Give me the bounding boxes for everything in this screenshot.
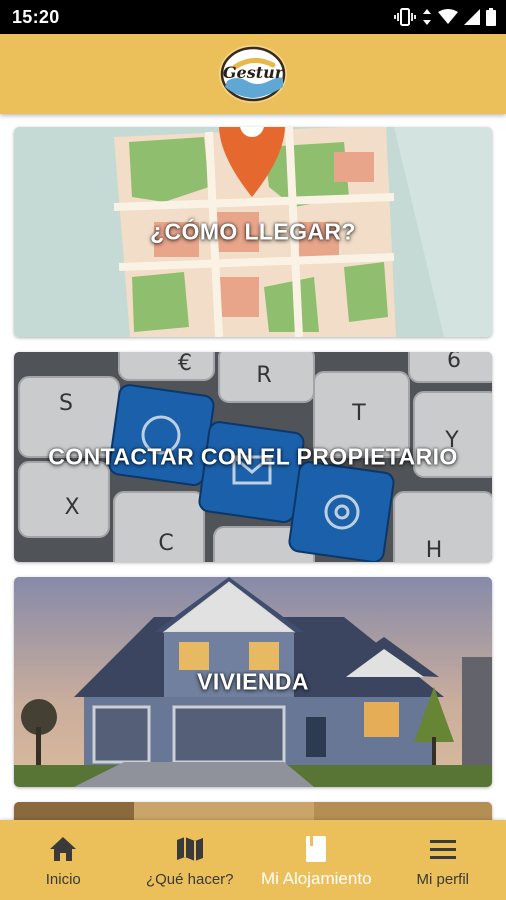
nav-item-inicio[interactable]: Inicio: [0, 820, 127, 900]
nav-item-mi-perfil[interactable]: Mi perfil: [380, 820, 506, 900]
more-card-partial[interactable]: [14, 802, 492, 820]
accommodation-menu: ¿CÓMO LLEGAR? € R T S Y: [0, 114, 506, 820]
housing-card[interactable]: VIVIENDA: [14, 577, 492, 787]
partial-card-image: [14, 802, 492, 820]
card-label: CONTACTAR CON EL PROPIETARIO: [48, 443, 458, 470]
cell-signal-icon: [464, 9, 480, 25]
menu-icon: [429, 840, 456, 859]
battery-icon: [486, 8, 496, 26]
vibrate-icon: [394, 8, 416, 26]
card-label: VIVIENDA: [197, 668, 309, 695]
status-bar: 15:20: [0, 0, 506, 34]
contact-owner-card[interactable]: € R T S Y X C H 6: [14, 352, 492, 562]
nav-item-que-hacer[interactable]: ¿Qué hacer?: [127, 820, 254, 900]
home-icon: [50, 837, 77, 861]
nav-label: ¿Qué hacer?: [145, 871, 234, 888]
data-arrows-icon: [423, 9, 431, 25]
status-icons: [394, 7, 496, 27]
card-label: ¿CÓMO LLEGAR?: [150, 218, 356, 245]
book-icon: [306, 836, 327, 862]
nav-label: Mi Alojamiento: [260, 869, 372, 888]
how-to-get-there-card[interactable]: ¿CÓMO LLEGAR?: [14, 127, 492, 337]
map-icon: [176, 837, 203, 861]
app-header: Gestur: [0, 34, 506, 114]
wifi-icon: [438, 9, 458, 24]
status-time: 15:20: [12, 7, 60, 27]
bottom-navigation: Inicio ¿Qué hacer? Mi Alojamiento Mi per…: [0, 820, 506, 900]
nav-label: Mi perfil: [416, 871, 469, 888]
logo-text: Gestur: [223, 63, 285, 82]
nav-label: Inicio: [45, 871, 81, 888]
gestur-logo: Gestur: [219, 45, 287, 103]
nav-item-mi-alojamiento[interactable]: Mi Alojamiento: [253, 820, 380, 900]
